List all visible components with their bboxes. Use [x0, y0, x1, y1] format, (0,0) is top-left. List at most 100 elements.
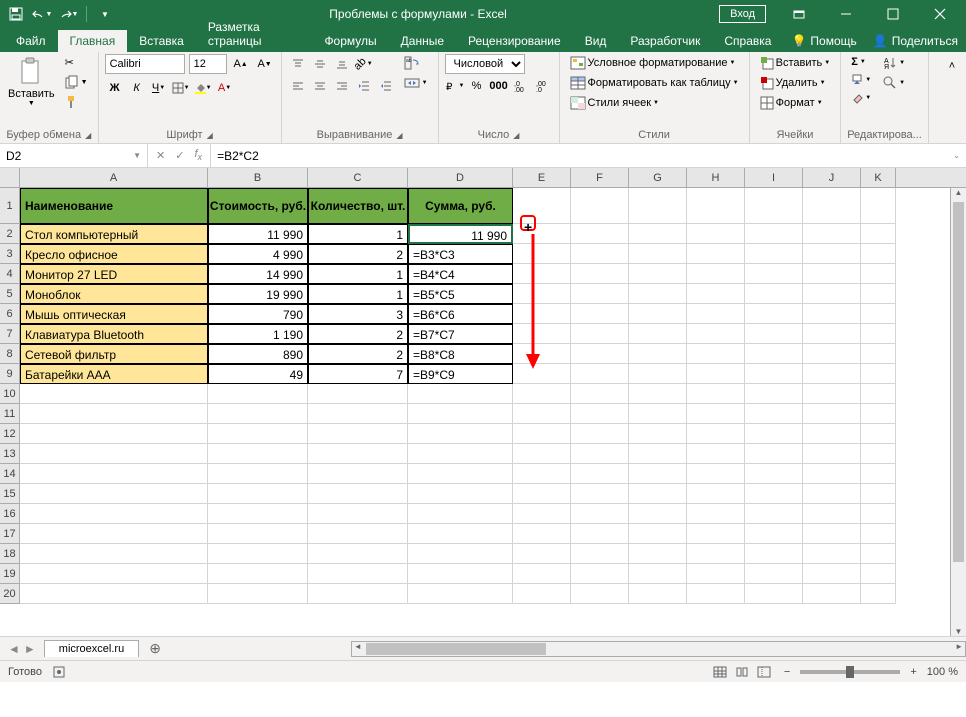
cell-J4[interactable]: [803, 264, 861, 284]
tab-help[interactable]: Справка: [712, 30, 783, 52]
bold-button[interactable]: Ж: [105, 78, 125, 98]
cell-J6[interactable]: [803, 304, 861, 324]
row-header-6[interactable]: 6: [0, 304, 20, 324]
cell-C20[interactable]: [308, 584, 408, 604]
row-header-16[interactable]: 16: [0, 504, 20, 524]
row-header-4[interactable]: 4: [0, 264, 20, 284]
cell-A6[interactable]: Мышь оптическая: [20, 304, 208, 324]
comma-button[interactable]: 000: [489, 76, 509, 96]
name-box[interactable]: D2▼: [0, 144, 148, 167]
cell-H15[interactable]: [687, 484, 745, 504]
find-select-button[interactable]: ▼: [879, 74, 909, 92]
cell-C7[interactable]: 2: [308, 324, 408, 344]
tab-view[interactable]: Вид: [573, 30, 619, 52]
column-header-B[interactable]: B: [208, 168, 308, 187]
cell-H9[interactable]: [687, 364, 745, 384]
cell-H2[interactable]: [687, 224, 745, 244]
cell-A19[interactable]: [20, 564, 208, 584]
zoom-out-button[interactable]: −: [784, 666, 790, 678]
cell-I8[interactable]: [745, 344, 803, 364]
cell-F9[interactable]: [571, 364, 629, 384]
cell-E10[interactable]: [513, 384, 571, 404]
underline-button[interactable]: Ч▼: [149, 78, 169, 98]
cell-B2[interactable]: 11 990: [208, 224, 308, 244]
cell-E11[interactable]: [513, 404, 571, 424]
row-header-9[interactable]: 9: [0, 364, 20, 384]
decrease-decimal-button[interactable]: ,00,0: [533, 76, 553, 96]
page-layout-view-button[interactable]: [732, 663, 752, 681]
cell-I5[interactable]: [745, 284, 803, 304]
cell-C9[interactable]: 7: [308, 364, 408, 384]
cell-H8[interactable]: [687, 344, 745, 364]
cell-C16[interactable]: [308, 504, 408, 524]
cell-D4[interactable]: =B4*C4: [408, 264, 513, 284]
cell-A5[interactable]: Моноблок: [20, 284, 208, 304]
cell-F20[interactable]: [571, 584, 629, 604]
cell-C1[interactable]: Количество, шт.: [308, 188, 408, 224]
minimize-button[interactable]: [823, 0, 868, 28]
cell-C8[interactable]: 2: [308, 344, 408, 364]
increase-indent-button[interactable]: [376, 76, 396, 96]
cell-K20[interactable]: [861, 584, 896, 604]
cell-C12[interactable]: [308, 424, 408, 444]
add-sheet-button[interactable]: ⊕: [139, 640, 171, 657]
font-launcher[interactable]: ◢: [207, 131, 213, 140]
expand-formula-bar[interactable]: ⌄: [947, 151, 966, 160]
cell-C13[interactable]: [308, 444, 408, 464]
cell-H10[interactable]: [687, 384, 745, 404]
cell-K19[interactable]: [861, 564, 896, 584]
cell-I2[interactable]: [745, 224, 803, 244]
cell-I20[interactable]: [745, 584, 803, 604]
row-header-17[interactable]: 17: [0, 524, 20, 544]
cell-I19[interactable]: [745, 564, 803, 584]
cell-A9[interactable]: Батарейки AAA: [20, 364, 208, 384]
copy-button[interactable]: ▼: [61, 73, 92, 91]
cell-C6[interactable]: 3: [308, 304, 408, 324]
cell-B4[interactable]: 14 990: [208, 264, 308, 284]
row-header-15[interactable]: 15: [0, 484, 20, 504]
cell-H13[interactable]: [687, 444, 745, 464]
save-button[interactable]: [4, 2, 28, 26]
alignment-launcher[interactable]: ◢: [396, 131, 402, 140]
cell-H16[interactable]: [687, 504, 745, 524]
cell-G15[interactable]: [629, 484, 687, 504]
cell-G9[interactable]: [629, 364, 687, 384]
cell-J13[interactable]: [803, 444, 861, 464]
cell-C10[interactable]: [308, 384, 408, 404]
cell-D3[interactable]: =B3*C3: [408, 244, 513, 264]
cancel-formula-button[interactable]: ✕: [156, 149, 165, 162]
cell-E19[interactable]: [513, 564, 571, 584]
cell-J17[interactable]: [803, 524, 861, 544]
normal-view-button[interactable]: [710, 663, 730, 681]
cell-B20[interactable]: [208, 584, 308, 604]
fill-color-button[interactable]: ▼: [193, 78, 213, 98]
decrease-indent-button[interactable]: [354, 76, 374, 96]
merge-button[interactable]: ▼: [400, 74, 432, 92]
cell-C3[interactable]: 2: [308, 244, 408, 264]
align-middle-button[interactable]: [310, 54, 330, 74]
cell-F14[interactable]: [571, 464, 629, 484]
share-button[interactable]: 👤Поделиться: [865, 30, 966, 52]
cell-G10[interactable]: [629, 384, 687, 404]
cell-K13[interactable]: [861, 444, 896, 464]
cell-A7[interactable]: Клавиатура Bluetooth: [20, 324, 208, 344]
cell-H14[interactable]: [687, 464, 745, 484]
clear-button[interactable]: ▼: [847, 90, 875, 106]
cell-D8[interactable]: =B8*C8: [408, 344, 513, 364]
clipboard-launcher[interactable]: ◢: [85, 131, 91, 140]
cell-J14[interactable]: [803, 464, 861, 484]
cell-K18[interactable]: [861, 544, 896, 564]
cell-B1[interactable]: Стоимость, руб.: [208, 188, 308, 224]
cell-A8[interactable]: Сетевой фильтр: [20, 344, 208, 364]
cell-K10[interactable]: [861, 384, 896, 404]
cell-E14[interactable]: [513, 464, 571, 484]
cell-D20[interactable]: [408, 584, 513, 604]
cell-D17[interactable]: [408, 524, 513, 544]
row-header-5[interactable]: 5: [0, 284, 20, 304]
cell-I12[interactable]: [745, 424, 803, 444]
column-header-D[interactable]: D: [408, 168, 513, 187]
cell-B14[interactable]: [208, 464, 308, 484]
enter-formula-button[interactable]: ✓: [175, 149, 184, 162]
cell-A20[interactable]: [20, 584, 208, 604]
wrap-text-button[interactable]: ab: [400, 54, 432, 72]
